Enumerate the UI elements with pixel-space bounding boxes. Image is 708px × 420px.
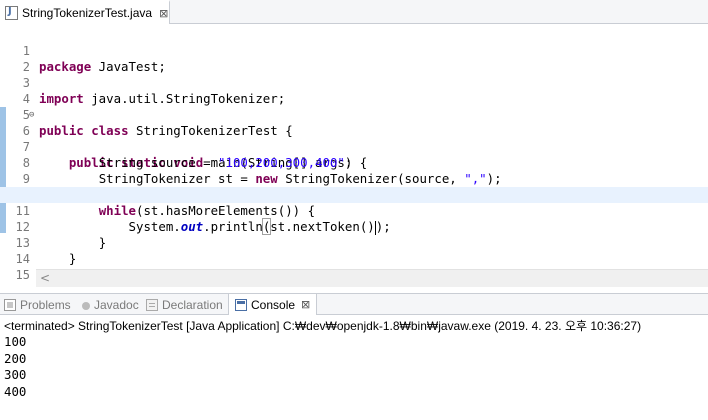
javadoc-icon [82, 301, 90, 310]
tab-label: Javadoc [94, 297, 139, 312]
tab-label: Console [251, 297, 296, 312]
console-output-line: 300 [4, 367, 27, 382]
code-line[interactable]: 14 } [0, 235, 708, 282]
code-line[interactable]: 2 [0, 43, 708, 74]
console-status: <terminated> StringTokenizerTest [Java A… [4, 319, 642, 333]
editor-tab-stringtokenizertest[interactable]: StringTokenizerTest.java ⊠ [0, 0, 170, 24]
code-editor[interactable]: 1 package JavaTest; 2 3 import java.util… [0, 25, 708, 287]
code-line[interactable]: 5 public class StringTokenizerTest { [0, 91, 708, 138]
code-line[interactable]: 12 } [0, 203, 708, 250]
console-output[interactable]: 100 200 300 400 [4, 334, 704, 400]
console-icon [235, 298, 247, 311]
code-line[interactable]: 7 String source = "100,200,300,400"; [0, 123, 708, 170]
panel-tab-bar: Problems Javadoc Declaration Console ⊠ [0, 293, 708, 315]
tab-console[interactable]: Console ⊠ [228, 294, 318, 315]
code-line[interactable]: 4 [0, 75, 708, 106]
tab-declaration[interactable]: Declaration [146, 294, 223, 315]
scroll-left-icon[interactable]: < [40, 271, 50, 285]
tab-label: Declaration [162, 297, 223, 312]
console-output-line: 400 [4, 383, 27, 399]
tab-problems[interactable]: Problems [4, 294, 71, 315]
line-number: 15 [15, 268, 30, 282]
code-line-current[interactable]: 11 System.out.println(st.nextToken()); [0, 187, 708, 235]
editor-tab-label: StringTokenizerTest.java [22, 6, 153, 20]
code-line[interactable]: 9 [0, 155, 708, 186]
tab-javadoc[interactable]: Javadoc [82, 294, 139, 315]
declaration-icon [146, 298, 158, 311]
editor-tab-bar: StringTokenizerTest.java ⊠ [0, 0, 708, 24]
code-line[interactable]: 10 while(st.hasMoreElements()) { [0, 171, 708, 218]
problems-icon [4, 298, 16, 311]
code-line[interactable]: 15 [0, 251, 708, 282]
code-line[interactable]: 13 } [0, 219, 708, 266]
close-icon[interactable]: ⊠ [301, 298, 310, 311]
close-icon[interactable]: ⊠ [159, 7, 168, 20]
code-line[interactable]: 1 package JavaTest; [0, 27, 708, 74]
java-file-icon [5, 6, 18, 20]
code-lines[interactable]: 1 package JavaTest; 2 3 import java.util… [0, 27, 708, 282]
console-output-line: 100 [4, 334, 27, 349]
console-output-line: 200 [4, 350, 27, 366]
code-line[interactable]: 8 StringTokenizer st = new StringTokeniz… [0, 139, 708, 186]
code-line[interactable]: 6 ⊖ public static void main(String[] arg… [0, 107, 708, 170]
fold-collapse-icon[interactable]: ⊖ [29, 107, 34, 123]
tab-label: Problems [20, 297, 71, 312]
horizontal-scrollbar[interactable]: < [36, 269, 708, 287]
code-line[interactable]: 3 import java.util.StringTokenizer; [0, 59, 708, 106]
